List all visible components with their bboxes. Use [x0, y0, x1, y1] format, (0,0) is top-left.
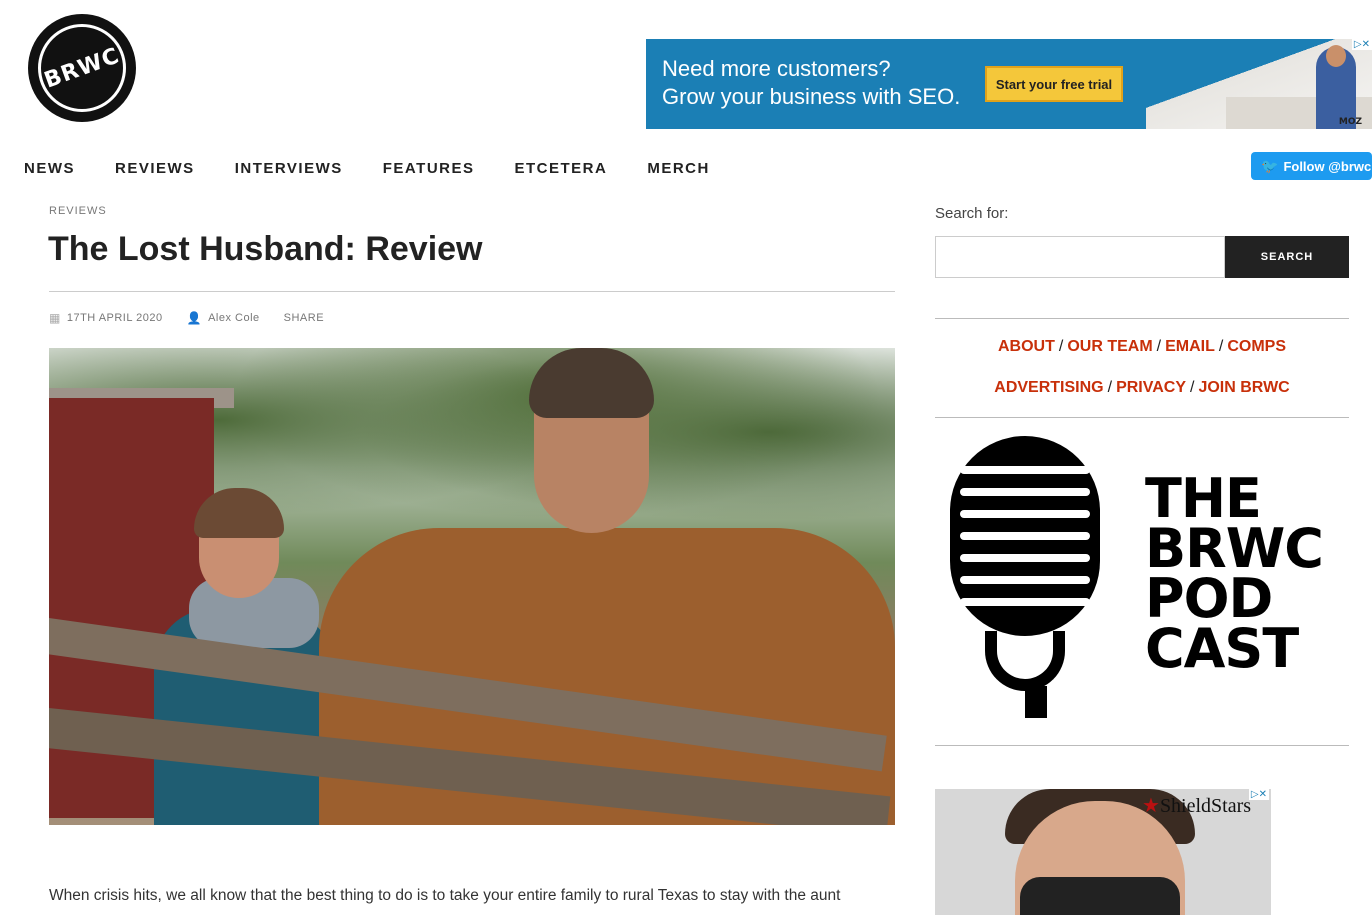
top-ad-headline: Need more customers? Grow your business …	[662, 55, 960, 111]
hero-image	[49, 348, 895, 825]
link-separator: /	[1156, 338, 1162, 355]
top-ad-banner[interactable]: Need more customers? Grow your business …	[646, 39, 1372, 129]
article-title: The Lost Husband: Review	[48, 230, 483, 268]
follow-label: Follow @brwc	[1283, 158, 1372, 174]
search-button[interactable]: SEARCH	[1225, 236, 1349, 278]
sidebar-ad[interactable]: ★ShieldStars ▷✕	[935, 789, 1271, 915]
ad-person-head	[1326, 45, 1346, 67]
share-link[interactable]: SHARE	[284, 312, 324, 324]
microphone-arm	[985, 631, 1065, 691]
link-separator: /	[1058, 338, 1064, 355]
nav-item-merch[interactable]: MERCH	[647, 160, 710, 177]
article-category[interactable]: REVIEWS	[49, 205, 107, 217]
article-lead-paragraph: When crisis hits, we all know that the b…	[49, 887, 841, 904]
adchoices-icon[interactable]: ▷✕	[1351, 39, 1372, 50]
top-ad-line2: Grow your business with SEO.	[662, 84, 961, 109]
twitter-follow-button[interactable]: 🐦 Follow @brwc	[1251, 152, 1372, 180]
top-ad-photo: MOZ	[1146, 39, 1372, 129]
link-separator: /	[1218, 338, 1224, 355]
sidebar-divider-mid	[935, 417, 1349, 418]
user-icon: 👤	[186, 311, 203, 325]
calendar-icon: ▦	[49, 311, 61, 325]
search-label: Search for:	[935, 205, 1009, 222]
adchoices-icon[interactable]: ▷✕	[1248, 789, 1269, 800]
link-comps[interactable]: COMPS	[1227, 338, 1286, 355]
twitter-bird-icon: 🐦	[1261, 157, 1279, 174]
article-author[interactable]: Alex Cole	[208, 312, 260, 324]
sidebar-ad-brand-name: ShieldStars	[1159, 795, 1252, 817]
nav-item-news[interactable]: NEWS	[24, 160, 75, 177]
microphone-icon	[950, 436, 1100, 636]
link-advertising[interactable]: ADVERTISING	[994, 379, 1103, 396]
top-ad-line1: Need more customers?	[662, 56, 891, 81]
article-meta: ▦ 17TH APRIL 2020 👤 Alex Cole SHARE	[49, 311, 324, 325]
sidebar-ad-mask	[1020, 877, 1180, 915]
article-date: 17TH APRIL 2020	[66, 312, 163, 324]
search-input[interactable]	[935, 236, 1225, 278]
nav-item-reviews[interactable]: REVIEWS	[115, 160, 195, 177]
podcast-title: THE BRWC POD CAST	[1145, 472, 1324, 680]
sidebar-divider-top	[935, 318, 1349, 319]
link-separator: /	[1107, 379, 1113, 396]
star-icon: ★	[1142, 795, 1160, 817]
link-our-team[interactable]: OUR TEAM	[1067, 338, 1152, 355]
site-logo[interactable]: BRWC	[28, 14, 136, 122]
link-email[interactable]: EMAIL	[1165, 338, 1215, 355]
nav-item-features[interactable]: FEATURES	[383, 160, 475, 177]
nav-item-etcetera[interactable]: ETCETERA	[515, 160, 608, 177]
sidebar-links-row-2: ADVERTISING / PRIVACY / JOIN BRWC	[935, 379, 1349, 397]
top-ad-cta-button[interactable]: Start your free trial	[985, 66, 1123, 102]
sidebar-ad-brand: ★ShieldStars	[1142, 793, 1251, 818]
sidebar-links-row-1: ABOUT / OUR TEAM / EMAIL / COMPS	[935, 338, 1349, 356]
link-about[interactable]: ABOUT	[998, 338, 1055, 355]
microphone-stand	[1025, 686, 1047, 718]
logo-text: BRWC	[41, 42, 123, 94]
title-divider	[49, 291, 895, 292]
podcast-banner[interactable]: THE BRWC POD CAST	[945, 436, 1345, 721]
nav-item-interviews[interactable]: INTERVIEWS	[235, 160, 343, 177]
podcast-line-4: CAST	[1145, 617, 1299, 680]
logo-wreath: BRWC	[38, 24, 126, 112]
sidebar-divider-bottom	[935, 745, 1349, 746]
link-join-brwc[interactable]: JOIN BRWC	[1198, 379, 1289, 396]
link-separator: /	[1190, 379, 1195, 396]
link-privacy[interactable]: PRIVACY	[1116, 379, 1186, 396]
main-nav: NEWS REVIEWS INTERVIEWS FEATURES ETCETER…	[24, 160, 710, 177]
top-ad-brand: MOZ	[1338, 117, 1362, 127]
